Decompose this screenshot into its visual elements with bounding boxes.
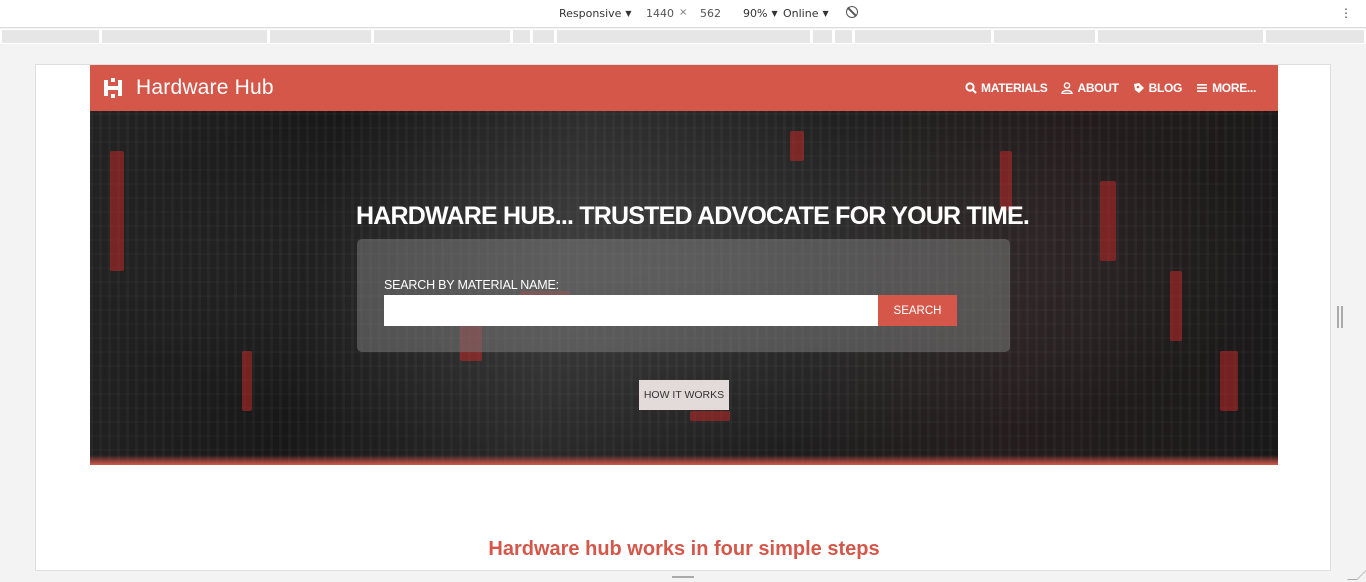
- media-query-segment[interactable]: [533, 30, 554, 43]
- devtools-device-toolbar: Responsive ▼ 1440 × 562 90% ▼ Online ▼ ⋮: [0, 0, 1366, 28]
- zoom-label: 90%: [743, 7, 768, 20]
- logo-icon[interactable]: [104, 78, 122, 98]
- nav-item-label: MATERIALS: [981, 81, 1048, 95]
- media-query-segment[interactable]: [270, 30, 371, 43]
- steps-heading: Hardware hub works in four simple steps: [488, 538, 880, 560]
- nav-item-about[interactable]: ABOUT: [1061, 81, 1119, 95]
- chevron-down-icon: ▼: [822, 9, 829, 18]
- search-input[interactable]: [384, 295, 878, 326]
- media-query-segment[interactable]: [1266, 30, 1364, 43]
- viewport-corner-resize-handle[interactable]: [1347, 570, 1366, 580]
- search-icon: [965, 82, 977, 94]
- width-input[interactable]: 1440: [646, 7, 674, 20]
- nav-item-materials[interactable]: MATERIALS: [965, 81, 1048, 95]
- media-query-segment[interactable]: [557, 30, 810, 43]
- viewport-bottom-resize-handle[interactable]: [672, 576, 694, 582]
- zoom-select[interactable]: 90% ▼: [743, 7, 778, 20]
- media-query-segment[interactable]: [813, 30, 832, 43]
- throttle-label: Online: [783, 7, 819, 20]
- device-select[interactable]: Responsive ▼: [559, 7, 632, 20]
- media-query-segment[interactable]: [855, 30, 991, 43]
- chevron-down-icon: ▼: [771, 9, 778, 18]
- viewport-resize-handle[interactable]: [1337, 306, 1343, 328]
- user-icon: [1061, 82, 1074, 94]
- media-query-segment[interactable]: [513, 30, 530, 43]
- media-query-bar: [0, 29, 1366, 44]
- device-select-label: Responsive: [559, 7, 622, 20]
- nav-item-label: BLOG: [1148, 81, 1183, 95]
- media-query-segment[interactable]: [374, 30, 510, 43]
- hero-bottom-fade: [90, 455, 1278, 465]
- height-input[interactable]: 562: [700, 7, 721, 20]
- search-label: SEARCH BY MATERIAL NAME:: [384, 278, 559, 292]
- times-label: ×: [679, 7, 688, 18]
- nav-item-label: MORE...: [1212, 81, 1256, 95]
- nav-item-label: ABOUT: [1077, 81, 1119, 95]
- media-query-segment[interactable]: [835, 30, 852, 43]
- more-options-icon[interactable]: ⋮: [1340, 7, 1352, 19]
- search-panel: SEARCH BY MATERIAL NAME: SEARCH: [357, 239, 1010, 352]
- site-header: Hardware Hub MATERIALS ABOUT BLOG MORE..…: [90, 65, 1278, 111]
- nav-item-blog[interactable]: BLOG: [1133, 81, 1182, 95]
- throttle-select[interactable]: Online ▼: [783, 7, 829, 20]
- menu-icon: [1197, 84, 1208, 92]
- hero-banner: HARDWARE HUB... TRUSTED ADVOCATE FOR YOU…: [90, 111, 1278, 465]
- brand-name[interactable]: Hardware Hub: [136, 76, 274, 100]
- dimension-separator: ×: [679, 7, 687, 18]
- how-it-works-button[interactable]: HOW IT WORKS: [639, 380, 729, 410]
- main-nav: MATERIALS ABOUT BLOG MORE...: [965, 81, 1256, 95]
- width-value: 1440: [646, 7, 674, 20]
- blog-icon: [1133, 83, 1144, 93]
- media-query-segment[interactable]: [1098, 30, 1263, 43]
- height-value: 562: [700, 7, 721, 20]
- search-button[interactable]: SEARCH: [878, 295, 957, 326]
- media-query-segment[interactable]: [2, 30, 99, 43]
- media-query-segment[interactable]: [994, 30, 1095, 43]
- media-query-segment[interactable]: [102, 30, 267, 43]
- chevron-down-icon: ▼: [625, 9, 632, 18]
- block-icon[interactable]: [846, 6, 858, 18]
- device-viewport: Hardware Hub MATERIALS ABOUT BLOG MORE..…: [35, 64, 1331, 571]
- nav-item-more[interactable]: MORE...: [1196, 81, 1256, 95]
- hero-title: HARDWARE HUB... TRUSTED ADVOCATE FOR YOU…: [356, 202, 1030, 230]
